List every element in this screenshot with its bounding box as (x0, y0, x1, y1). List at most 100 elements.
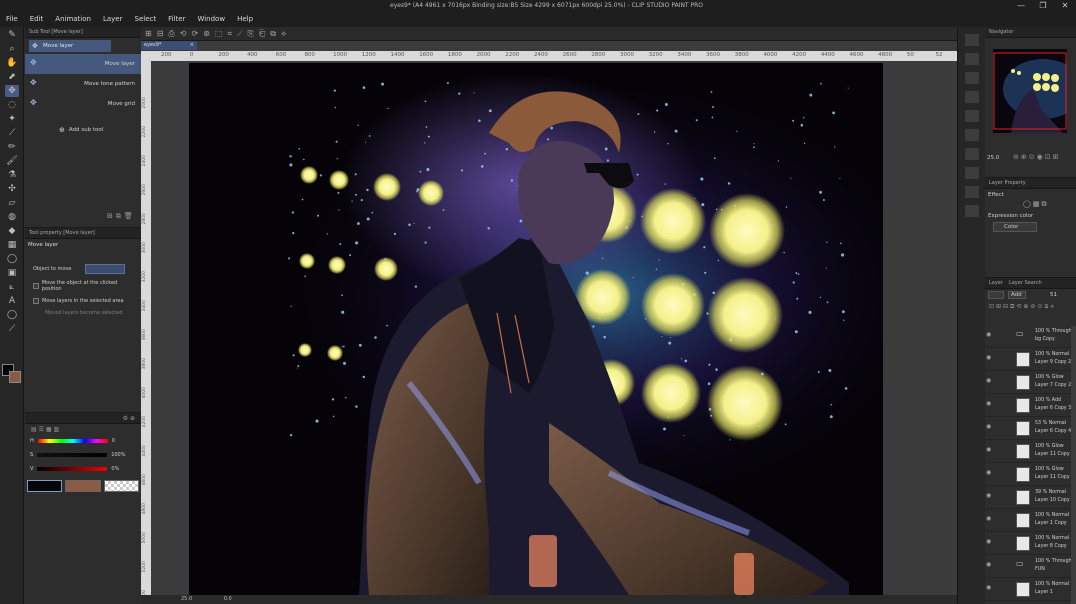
dock-icon-10[interactable] (965, 205, 979, 217)
value-slider[interactable] (37, 467, 108, 471)
layer-row[interactable]: ◉ 53 % Normal Layer 6 Copy 4 (985, 417, 1076, 440)
saturation-slider[interactable] (37, 453, 108, 457)
hue-slider[interactable] (37, 439, 108, 443)
pencil-icon[interactable]: ✏ (5, 141, 19, 153)
sub-color-box[interactable] (65, 480, 101, 492)
visibility-eye-icon[interactable]: ◉ (986, 539, 994, 545)
visibility-eye-icon[interactable]: ◉ (986, 378, 994, 384)
dock-icon-8[interactable] (965, 167, 979, 179)
layer-color-selector[interactable] (988, 291, 1004, 299)
menu-animation[interactable]: Animation (49, 15, 97, 23)
add-subtool-button[interactable]: ⊕ Add sub tool (25, 114, 141, 134)
visibility-eye-icon[interactable]: ◉ (986, 493, 994, 499)
magic-wand-icon[interactable]: ✦ (5, 113, 19, 125)
restore-button[interactable]: ❐ (1032, 0, 1054, 11)
correct-line-icon[interactable]: ⟋ (5, 323, 19, 335)
operation-icon[interactable]: ⬈ (5, 71, 19, 83)
object-to-move-selector[interactable] (85, 264, 125, 274)
navigator-zoom-readout[interactable]: 25.0 (987, 155, 999, 161)
blend-mode-dropdown[interactable]: Add (1008, 291, 1026, 299)
opacity-readout[interactable]: 51 (1050, 292, 1057, 298)
decoration-icon[interactable]: ✣ (5, 183, 19, 195)
subtool-move-tone-pattern[interactable]: ✥ Move tone pattern (25, 74, 141, 94)
command-bar-icons[interactable]: ⊞⊟⎙⟲⟳⊛⬚⌗⟋⎘⎗⧉⟡ (145, 29, 291, 39)
hand-icon[interactable]: ✋ (5, 57, 19, 69)
dock-icon-6[interactable] (965, 129, 979, 141)
layer-folder-row[interactable]: ◉ ▭ 100 % Through bg Copy (985, 325, 1076, 348)
option-clicked-position[interactable]: Move the object at the clicked position (25, 277, 141, 295)
layer-scrollbar[interactable] (1071, 326, 1076, 604)
color-panel-tabs[interactable]: ▤ ☰ ▦ ▥ (25, 424, 141, 434)
menu-filter[interactable]: Filter (162, 15, 191, 23)
menu-window[interactable]: Window (191, 15, 231, 23)
subtool-footer-icons[interactable]: ⊞⧉🗑 (107, 212, 136, 221)
visibility-eye-icon[interactable]: ◉ (986, 516, 994, 522)
dock-icon-3[interactable] (965, 72, 979, 84)
dock-icon-1[interactable] (965, 34, 979, 46)
layer-row[interactable]: ◉ 39 % Normal Layer 10 Copy (985, 486, 1076, 509)
dock-icon-7[interactable] (965, 148, 979, 160)
close-button[interactable]: ✕ (1054, 0, 1076, 11)
airbrush-icon[interactable]: ⚗ (5, 169, 19, 181)
menu-help[interactable]: Help (231, 15, 259, 23)
main-color-box[interactable] (27, 480, 63, 492)
zoom-icon[interactable]: ⌕ (5, 43, 19, 55)
brush-icon[interactable]: 🖌 (5, 155, 19, 167)
layer-row[interactable]: ◉ 100 % Add Layer 6 Copy 3 (985, 394, 1076, 417)
layer-row[interactable]: ◉ 100 % Normal Layer 1 (985, 578, 1076, 601)
subtool-tab-move-layer[interactable]: ✥ Move layer (29, 40, 111, 52)
eraser-icon[interactable]: ▱ (5, 197, 19, 209)
canvas-vertical-scrollbar[interactable] (951, 61, 956, 595)
layer-search-tab[interactable]: Layer Search (1009, 280, 1042, 286)
frame-icon[interactable]: ▣ (5, 267, 19, 279)
visibility-eye-icon[interactable]: ◉ (986, 562, 994, 568)
dock-icon-5[interactable] (965, 110, 979, 122)
menu-file[interactable]: File (0, 15, 24, 23)
dock-icon-2[interactable] (965, 53, 979, 65)
layer-row[interactable]: ◉ 100 % Glow Layer 7 Copy 2 (985, 371, 1076, 394)
menu-layer[interactable]: Layer (97, 15, 129, 23)
navigator-controls[interactable]: ⊖⊕⊙◉⊡⊞ (1013, 153, 1060, 161)
document-tab[interactable]: eyes9* × (141, 41, 197, 50)
eyedropper-icon[interactable]: ⟋ (5, 127, 19, 139)
layer-toolbar-icons[interactable]: ⊡⊞⊟⧉⟲⊕⊘⊙⧈⟡ (985, 301, 1076, 325)
dock-icon-9[interactable] (965, 186, 979, 198)
layer-row[interactable]: ◉ 100 % Normal Layer 9 Copy 2 (985, 348, 1076, 371)
layer-tab[interactable]: Layer (989, 280, 1003, 286)
minimize-button[interactable]: — (1010, 0, 1032, 11)
layer-row[interactable]: ◉ 100 % Glow Layer 11 Copy (985, 440, 1076, 463)
visibility-eye-icon[interactable]: ◉ (986, 585, 994, 591)
dock-icon-4[interactable] (965, 91, 979, 103)
subtool-move-grid[interactable]: ✥ Move grid (25, 94, 141, 114)
menu-edit[interactable]: Edit (24, 15, 50, 23)
visibility-eye-icon[interactable]: ◉ (986, 332, 994, 338)
balloon-icon[interactable]: ◯ (5, 309, 19, 321)
visibility-eye-icon[interactable]: ◉ (986, 447, 994, 453)
subtool-move-layer[interactable]: ✥ Move layer (25, 54, 141, 74)
selected-area-checkbox[interactable] (33, 298, 39, 304)
layer-row[interactable]: ◉ 100 % Normal Layer 8 Copy (985, 532, 1076, 555)
clicked-position-checkbox[interactable] (33, 283, 39, 289)
lasso-icon[interactable]: ◌ (5, 99, 19, 111)
fill-icon[interactable]: ◆ (5, 225, 19, 237)
layer-row[interactable]: ◉ 100 % Glow Layer 11 Copy (985, 463, 1076, 486)
artwork-canvas[interactable] (189, 63, 883, 595)
gradient-icon[interactable]: ▦ (5, 239, 19, 251)
sub-color-swatch[interactable] (9, 371, 21, 383)
visibility-eye-icon[interactable]: ◉ (986, 470, 994, 476)
layer-row[interactable]: ◉ 100 % Normal Layer 1 Copy (985, 509, 1076, 532)
option-selected-area[interactable]: Move layers in the selected area (25, 295, 141, 307)
rotation-readout[interactable]: 0.0 (224, 596, 232, 602)
effect-buttons[interactable]: ◯▦⧉ (1023, 200, 1048, 209)
visibility-eye-icon[interactable]: ◉ (986, 424, 994, 430)
blend-icon[interactable]: ◍ (5, 211, 19, 223)
ruler-icon[interactable]: ⟀ (5, 281, 19, 293)
transparent-color-box[interactable] (103, 480, 139, 492)
pen-icon[interactable]: ✎ (5, 29, 19, 41)
menu-select[interactable]: Select (129, 15, 163, 23)
visibility-eye-icon[interactable]: ◉ (986, 355, 994, 361)
zoom-readout[interactable]: 25.0 (181, 596, 192, 602)
layer-folder-row[interactable]: ◉ ▭ 100 % Through FUN (985, 555, 1076, 578)
navigator-thumbnail[interactable] (993, 49, 1067, 133)
document-tab-close-icon[interactable]: × (190, 41, 194, 50)
